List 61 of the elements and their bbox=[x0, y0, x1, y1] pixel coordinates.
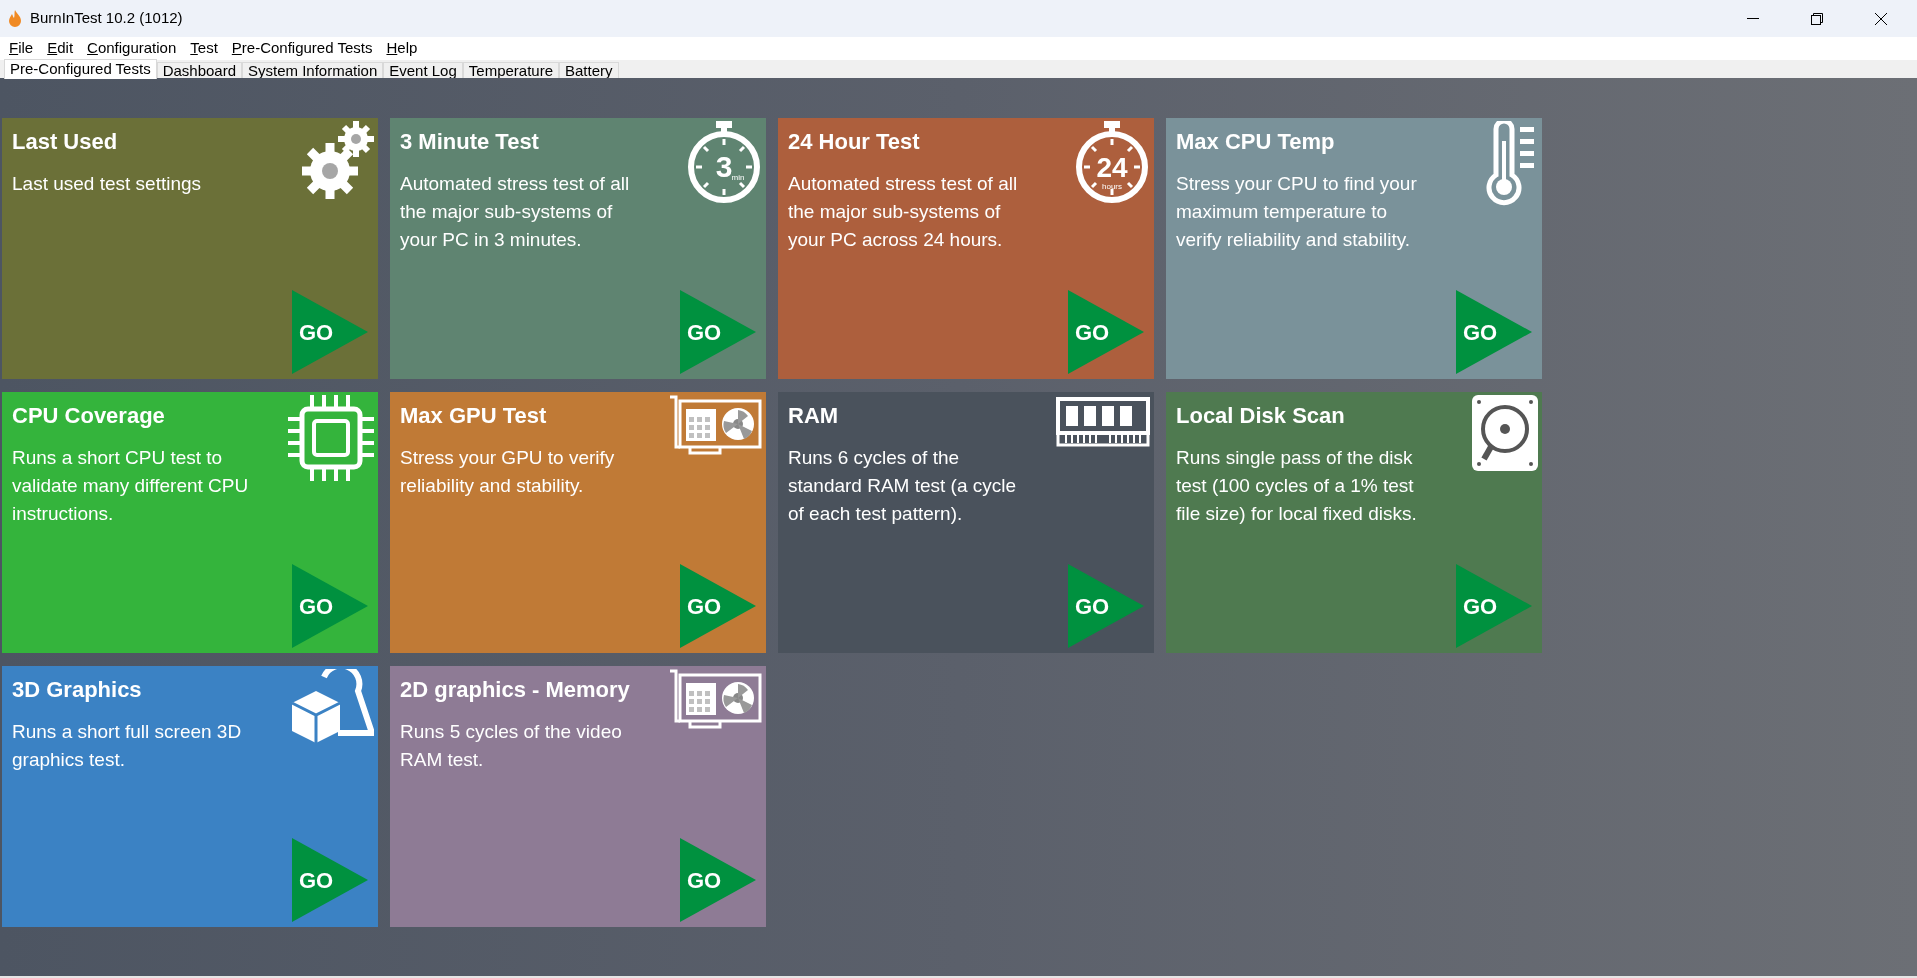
gears-icon bbox=[302, 121, 374, 199]
menu-item[interactable]: File bbox=[4, 37, 39, 60]
menu-item[interactable]: Pre-Configured Tests bbox=[226, 37, 378, 60]
close-icon bbox=[1875, 12, 1887, 25]
tab[interactable]: Event Log bbox=[383, 62, 463, 78]
graphics-card-icon bbox=[670, 669, 762, 729]
menu-item[interactable]: Edit bbox=[42, 37, 79, 60]
tile-description: Last used test settings bbox=[12, 172, 203, 196]
tile-title: 3 Minute Test bbox=[400, 128, 539, 156]
tab[interactable]: Temperature bbox=[462, 62, 559, 78]
tile-description: Stress your CPU to find your maximum temperature to verify reliability and stability. bbox=[1176, 172, 1418, 252]
flame-icon bbox=[8, 9, 22, 28]
tile-description: Runs 6 cycles of the standard RAM test (a cycle of each test pattern). bbox=[788, 446, 1018, 526]
menu-item[interactable]: Test bbox=[185, 37, 223, 60]
restore-icon bbox=[1811, 12, 1823, 25]
chip-icon bbox=[288, 395, 374, 481]
tab[interactable]: System Information bbox=[242, 62, 384, 78]
tab[interactable]: Dashboard bbox=[156, 62, 242, 78]
tab[interactable]: Battery bbox=[559, 62, 619, 78]
tile-description: Runs 5 cycles of the video RAM test. bbox=[400, 720, 623, 772]
tile-title: 3D Graphics bbox=[12, 676, 142, 704]
tile-description: Runs a short CPU test to validate many different CPU instructions. bbox=[12, 446, 250, 526]
tile-title: CPU Coverage bbox=[12, 402, 165, 430]
tile-description: Runs a short full screen 3D graphics test. bbox=[12, 720, 243, 772]
tile-title: Last Used bbox=[12, 128, 118, 156]
go-button[interactable]: GO bbox=[680, 838, 756, 922]
menu-item[interactable]: Configuration bbox=[82, 37, 182, 60]
tab[interactable]: Pre-Configured Tests bbox=[4, 59, 157, 79]
tile-title: 24 Hour Test bbox=[788, 128, 920, 156]
go-button[interactable]: GO bbox=[680, 564, 756, 648]
tile-description: Runs single pass of the disk test (100 cycles of a 1% test file size) for local fixed disks. bbox=[1176, 446, 1418, 526]
test-tile[interactable]: Max GPU Test Stress your GPU to verify reliability and stability. GO bbox=[390, 392, 766, 653]
test-tile[interactable]: CPU Coverage Runs a short CPU test to validate many different CPU instructions. GO bbox=[2, 392, 378, 653]
tile-title: Local Disk Scan bbox=[1176, 402, 1345, 430]
graphics-card-icon bbox=[670, 395, 762, 455]
go-button[interactable]: GO bbox=[1456, 564, 1532, 648]
tile-description: Automated stress test of all the major sub-systems of your PC in 3 minutes. bbox=[400, 172, 631, 252]
go-button[interactable]: GO bbox=[1456, 290, 1532, 374]
tile-description: Automated stress test of all the major sub-systems of your PC across 24 hours. bbox=[788, 172, 1019, 252]
go-button[interactable]: GO bbox=[680, 290, 756, 374]
minimize-icon bbox=[1747, 17, 1759, 20]
test-tile[interactable]: RAM Runs 6 cycles of the standard RAM test (a cycle of each test pattern). GO bbox=[778, 392, 1154, 653]
go-button[interactable]: GO bbox=[1068, 290, 1144, 374]
go-button[interactable]: GO bbox=[292, 290, 368, 374]
test-tile[interactable]: 3D Graphics Runs a short full screen 3D graphics test. GO bbox=[2, 666, 378, 927]
menu-item[interactable]: Help bbox=[381, 37, 423, 60]
tile-title: RAM bbox=[788, 402, 839, 430]
go-button[interactable]: GO bbox=[1068, 564, 1144, 648]
test-tile[interactable]: 24 hours 24 Hour Test Automated stress test of all the major sub-systems of your PC across 24 hours. GO bbox=[778, 118, 1154, 379]
go-button[interactable]: GO bbox=[292, 564, 368, 648]
memory-module-icon bbox=[1056, 395, 1150, 447]
tile-description: Stress your GPU to verify reliability and stability. bbox=[400, 446, 616, 498]
tile-title: Max GPU Test bbox=[400, 402, 547, 430]
test-tile[interactable]: Max CPU Temp Stress your CPU to find your maximum temperature to verify reliability and stability. GO bbox=[1166, 118, 1542, 379]
window-title: BurnInTest 10.2 (1012) bbox=[30, 8, 183, 29]
test-tile[interactable]: 2D graphics - Memory Runs 5 cycles of the video RAM test. GO bbox=[390, 666, 766, 927]
test-tile[interactable]: Local Disk Scan Runs single pass of the disk test (100 cycles of a 1% test file size) for local fixed disks. GO bbox=[1166, 392, 1542, 653]
tile-title: Max CPU Temp bbox=[1176, 128, 1335, 156]
go-button[interactable]: GO bbox=[292, 838, 368, 922]
tile-title: 2D graphics - Memory bbox=[400, 676, 630, 704]
test-tile[interactable]: Last Used Last used test settings GO bbox=[2, 118, 378, 379]
